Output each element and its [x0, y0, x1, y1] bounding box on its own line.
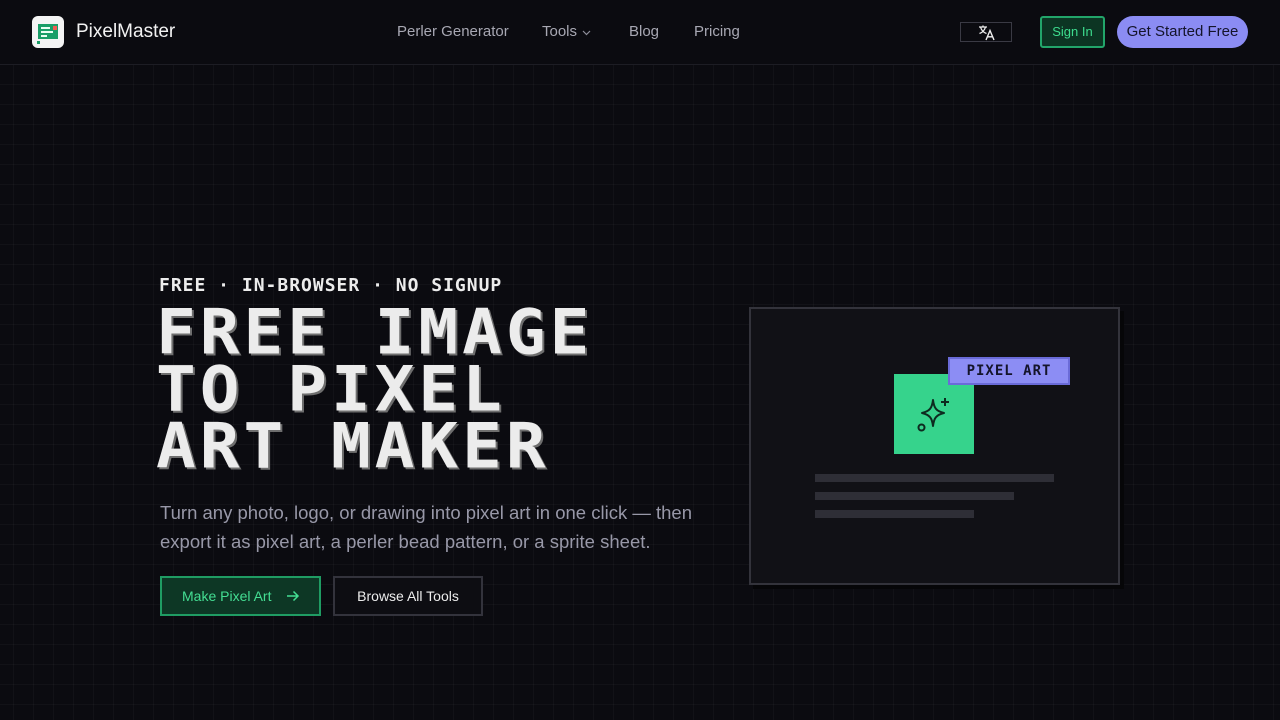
nav-tools[interactable]: Tools: [542, 23, 591, 41]
headline-line-3: ART MAKER: [156, 409, 550, 483]
top-navbar: PixelMaster Perler Generator Tools Blog …: [0, 0, 1280, 65]
preview-card: PIXEL ART: [749, 307, 1120, 585]
placeholder-line-3: [815, 510, 974, 518]
brand-name[interactable]: PixelMaster: [76, 21, 175, 43]
preview-card-body: PIXEL ART: [751, 309, 1118, 583]
preview-image-tile: [894, 374, 974, 454]
nav-blog[interactable]: Blog: [629, 23, 659, 41]
nav-pricing[interactable]: Pricing: [694, 23, 740, 41]
placeholder-line-1: [815, 474, 1054, 482]
sign-in-button[interactable]: Sign In: [1040, 16, 1105, 48]
hero-headline: FREE IMAGE TO PIXEL ART MAKER: [156, 301, 736, 483]
language-switcher[interactable]: [960, 22, 1012, 42]
hero-subtitle: Turn any photo, logo, or drawing into pi…: [160, 502, 692, 552]
browse-all-tools-button[interactable]: Browse All Tools: [333, 576, 483, 616]
placeholder-line-2: [815, 492, 1014, 500]
chevron-down-icon: [582, 23, 591, 41]
make-pixel-art-button[interactable]: Make Pixel Art: [160, 576, 321, 616]
nav-perler-generator[interactable]: Perler Generator: [397, 23, 509, 41]
hero-kicker: FREE · IN-BROWSER · NO SIGNUP: [159, 275, 503, 296]
nav-tools-label: Tools: [542, 23, 578, 40]
pixelmaster-logo-icon[interactable]: [32, 16, 64, 48]
pixel-art-badge: PIXEL ART: [948, 357, 1070, 385]
make-pixel-art-label: Make Pixel Art: [182, 588, 272, 604]
get-started-button[interactable]: Get Started Free: [1117, 16, 1248, 48]
